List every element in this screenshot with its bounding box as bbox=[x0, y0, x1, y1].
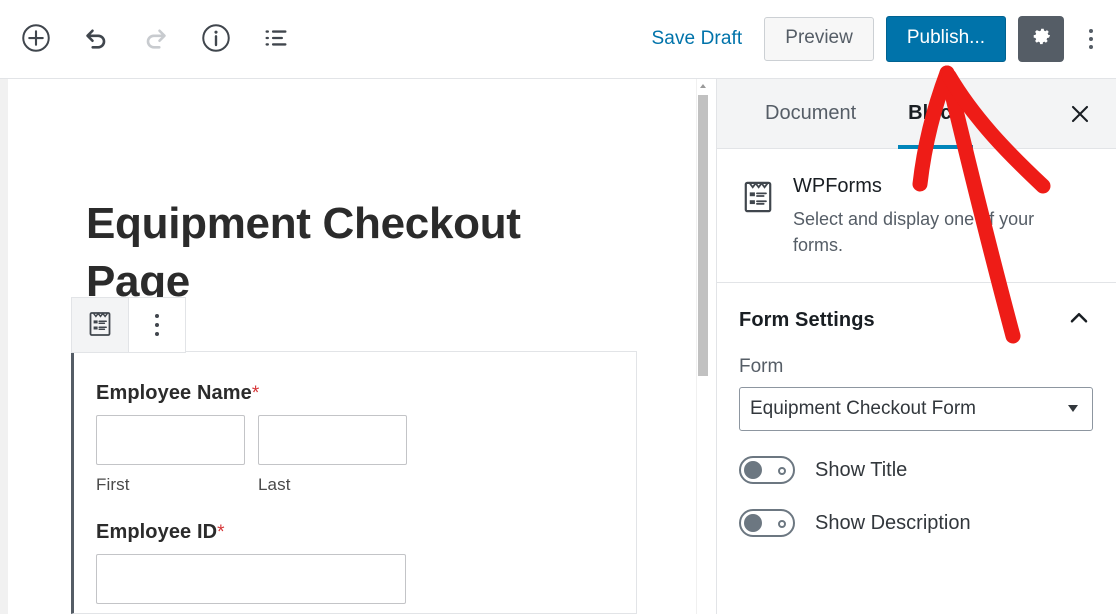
header-right-actions: Save Draft Preview Publish... bbox=[642, 16, 1116, 63]
show-title-row: Show Title bbox=[739, 456, 1092, 484]
show-title-toggle[interactable] bbox=[739, 456, 795, 484]
block-card-description: Select and display one of your forms. bbox=[793, 207, 1063, 258]
close-icon bbox=[1068, 102, 1092, 129]
employee-id-input[interactable] bbox=[96, 554, 406, 604]
block-type-button[interactable] bbox=[72, 298, 128, 352]
block-info-card: WPForms Select and display one of your f… bbox=[717, 149, 1116, 283]
undo-icon bbox=[81, 23, 111, 56]
post-title[interactable]: Equipment Checkout Page bbox=[86, 195, 626, 311]
settings-button[interactable] bbox=[1018, 16, 1064, 62]
add-block-button[interactable] bbox=[14, 17, 58, 61]
tab-document[interactable]: Document bbox=[739, 79, 882, 149]
form-select-wrapper: Equipment Checkout Form bbox=[739, 387, 1092, 431]
form-settings-panel-body: Form Equipment Checkout Form Show Title … bbox=[717, 356, 1116, 537]
panel-title: Form Settings bbox=[739, 309, 1066, 332]
wpforms-block-icon bbox=[741, 175, 775, 258]
editor-header-toolbar: Save Draft Preview Publish... bbox=[0, 0, 1116, 79]
form-field-employee-name: Employee Name* First Last bbox=[96, 382, 612, 495]
preview-button[interactable]: Preview bbox=[764, 17, 874, 62]
chevron-up-icon bbox=[1066, 305, 1092, 336]
show-description-toggle[interactable] bbox=[739, 509, 795, 537]
tab-block[interactable]: Block bbox=[882, 79, 988, 149]
toggle-knob bbox=[744, 514, 762, 532]
redo-icon bbox=[141, 23, 171, 56]
name-input-row: First Last bbox=[96, 415, 612, 495]
editor-canvas: Equipment Checkout Page bbox=[0, 79, 716, 614]
wordpress-block-editor: Save Draft Preview Publish... Equipment … bbox=[0, 0, 1116, 614]
kebab-menu-icon bbox=[1089, 29, 1093, 33]
gear-icon bbox=[1028, 24, 1054, 53]
canvas-scrollbar[interactable] bbox=[696, 79, 708, 614]
required-asterisk: * bbox=[217, 522, 225, 543]
form-select-label: Form bbox=[739, 356, 1092, 378]
show-title-label: Show Title bbox=[815, 459, 907, 482]
kebab-menu-icon bbox=[155, 314, 159, 336]
field-label-text: Employee ID bbox=[96, 521, 217, 543]
undo-button[interactable] bbox=[74, 17, 118, 61]
last-name-input[interactable] bbox=[258, 415, 407, 465]
form-preview: Employee Name* First Last bbox=[74, 352, 636, 604]
block-navigation-icon bbox=[262, 24, 290, 55]
wpforms-block-selected[interactable]: Employee Name* First Last bbox=[71, 351, 637, 614]
block-navigation-button[interactable] bbox=[254, 17, 298, 61]
info-icon bbox=[201, 23, 231, 56]
more-options-button[interactable] bbox=[1076, 16, 1106, 62]
wpforms-block-icon bbox=[87, 310, 113, 341]
last-name-sublabel: Last bbox=[258, 475, 407, 495]
add-block-icon bbox=[21, 23, 51, 56]
field-label: Employee ID* bbox=[96, 521, 612, 544]
first-name-input[interactable] bbox=[96, 415, 245, 465]
field-label-text: Employee Name bbox=[96, 382, 252, 404]
form-select[interactable]: Equipment Checkout Form bbox=[739, 387, 1093, 431]
publish-button[interactable]: Publish... bbox=[886, 16, 1006, 63]
header-left-tools bbox=[0, 17, 298, 61]
block-card-title: WPForms bbox=[793, 175, 1063, 198]
show-description-label: Show Description bbox=[815, 512, 971, 535]
toggle-off-indicator bbox=[778, 467, 786, 475]
block-card-text: WPForms Select and display one of your f… bbox=[793, 175, 1063, 258]
first-name-column: First bbox=[96, 415, 245, 495]
toggle-off-indicator bbox=[778, 520, 786, 528]
redo-button[interactable] bbox=[134, 17, 178, 61]
kebab-menu-icon-dot bbox=[1089, 45, 1093, 49]
toggle-knob bbox=[744, 461, 762, 479]
scroll-up-arrow-icon[interactable] bbox=[697, 79, 709, 93]
block-more-options-button[interactable] bbox=[129, 298, 185, 352]
form-settings-panel-header[interactable]: Form Settings bbox=[717, 283, 1116, 356]
kebab-menu-icon-dot bbox=[1089, 37, 1093, 41]
show-description-row: Show Description bbox=[739, 509, 1092, 537]
save-draft-button[interactable]: Save Draft bbox=[642, 22, 753, 56]
scrollbar-thumb[interactable] bbox=[698, 95, 708, 376]
sidebar-tabbar: Document Block bbox=[717, 79, 1116, 149]
field-label: Employee Name* bbox=[96, 382, 612, 405]
block-toolbar bbox=[71, 297, 186, 353]
settings-sidebar: Document Block bbox=[716, 79, 1116, 614]
form-field-employee-id: Employee ID* bbox=[96, 521, 612, 604]
last-name-column: Last bbox=[258, 415, 407, 495]
content-structure-button[interactable] bbox=[194, 17, 238, 61]
close-sidebar-button[interactable] bbox=[1060, 95, 1100, 135]
first-name-sublabel: First bbox=[96, 475, 245, 495]
required-asterisk: * bbox=[252, 383, 260, 404]
